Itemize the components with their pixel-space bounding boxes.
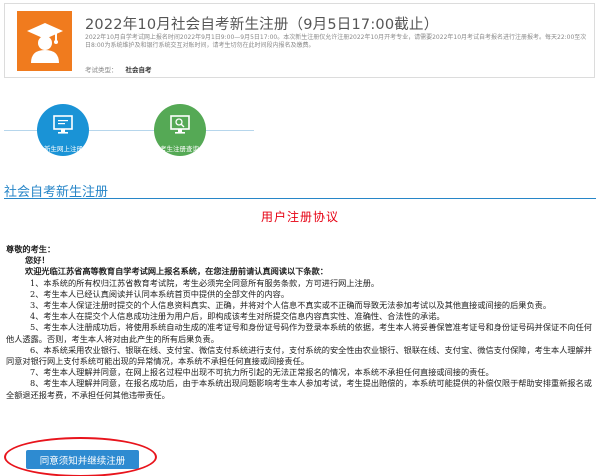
graduate-cap-icon	[17, 11, 72, 71]
agreement-item: 2、考生本人已经认真阅读并认同本系统首页中提供的全部文件的内容。	[30, 288, 290, 299]
agreement-item: 7、考生本人理解并同意，在网上报名过程中出现不可抗力所引起的无法正常报名的情况，…	[30, 367, 494, 378]
search-monitor-icon	[170, 115, 190, 134]
step-label-new-registration: 新生网上注册	[44, 145, 83, 153]
page-title: 2022年10月社会自考新生注册（9月5日17:00截止）	[85, 17, 439, 33]
agreement-item: 1、本系统的所有权归江苏省教育考试院，考生必须完全同意所有服务条款，方可进行网上…	[30, 277, 380, 288]
agreement-item: 3、考生本人保证注册时提交的个人信息资料真实、正确，并将对个人信息不真实或不正确…	[30, 300, 552, 311]
section-divider	[4, 198, 596, 199]
exam-type-label: 考试类型：	[85, 66, 118, 74]
agreement-welcome: 欢迎光临江苏省高等教育自学考试网上报名系统，在您注册前请认真阅读以下条款：	[25, 266, 328, 277]
agreement-body: 尊敬的考生： 您好！ 欢迎光临江苏省高等教育自学考试网上报名系统，在您注册前请认…	[6, 244, 594, 401]
exam-type-row: 考试类型： 社会自考	[85, 64, 152, 74]
exam-header-card: 2022年10月社会自考新生注册（9月5日17:00截止） 2022年10月自学…	[4, 3, 595, 78]
agreement-title: 用户注册协议	[260, 210, 339, 224]
agreement-greeting: 尊敬的考生：	[6, 244, 56, 254]
agreement-item: 8、考生本人理解并同意，在报名成功后，由于本系统出现问题影响考生本人参加考试，考…	[6, 378, 592, 400]
step-label-registration-query: 考生注册查询	[160, 145, 199, 153]
agreement-item: 4、考生本人在提交个人信息成功注册为用户后，即构成该考生对所提交信息内容真实性、…	[30, 311, 445, 322]
agreement-item: 5、考生本人注册成功后，将使用系统自动生成的准考证号和身份证号码作为登录本系统的…	[6, 322, 592, 344]
monitor-icon	[53, 115, 73, 134]
exam-type-value: 社会自考	[125, 66, 152, 74]
agree-continue-button[interactable]: 同意须知并继续注册	[26, 450, 139, 469]
agreement-hello: 您好！	[25, 255, 50, 266]
agreement-item: 6、本系统采用农业银行、银联在线、支付宝、微信支付系统进行支付，支付系统的安全性…	[6, 344, 592, 367]
registration-notice: 2022年10月自学考试网上报名时间2022年9月1日9:00—9月5日17:0…	[85, 34, 587, 49]
